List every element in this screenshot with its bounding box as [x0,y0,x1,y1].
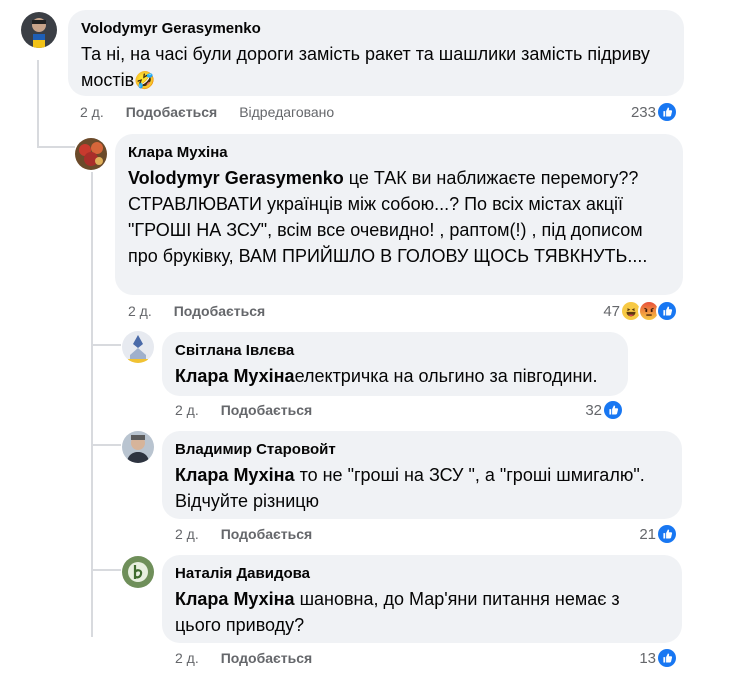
like-icon [656,523,678,545]
comment-time[interactable]: 2 д. [128,303,152,319]
thread-line-root-curve [37,146,75,148]
comment-bubble: Наталія Давидова Клара Мухіна шановна, д… [162,555,682,643]
comment-time[interactable]: 2 д. [175,526,199,542]
mention-link[interactable]: Volodymyr Gerasymenko [128,168,344,188]
like-button[interactable]: Подобається [221,526,312,542]
comment-text: Клара Мухіна то не "гроші на ЗСУ ", а "г… [175,465,645,511]
comment-author[interactable]: Владимир Старовойт [175,440,668,460]
thread-line-reply [91,172,93,637]
comment-time[interactable]: 2 д. [175,402,199,418]
reaction-count: 233 [630,103,656,121]
like-button[interactable]: Подобається [174,303,265,319]
like-icon [656,300,678,322]
reaction-count: 47 [603,302,620,320]
comment-actions: 2 д. Подобається Відредаговано [80,104,334,120]
thread-line-root [37,60,39,148]
comment-text: Клара Мухінаелектричка на ольгино за пів… [175,366,598,386]
comment-author[interactable]: Volodymyr Gerasymenko [81,19,670,39]
mention-link[interactable]: Клара Мухіна [175,366,295,386]
reaction-summary[interactable]: 21 [639,523,678,545]
comment-actions: 2 д. Подобається [128,303,287,319]
comment-text: Та ні, на часі були дороги замість ракет… [81,44,650,90]
comment-actions: 2 д. Подобається [175,526,334,542]
mention-link[interactable]: Клара Мухіна [175,589,295,609]
comment-text: Volodymyr Gerasymenko це ТАК ви наближає… [128,168,648,266]
avatar[interactable] [122,331,154,363]
reaction-summary[interactable]: 233 [631,101,678,123]
like-icon [656,647,678,669]
reaction-count: 13 [639,649,656,667]
thread-line-branch-2 [91,444,121,446]
like-button[interactable]: Подобається [221,650,312,666]
comment-author[interactable]: Світлана Івлєва [175,341,614,361]
reaction-summary[interactable]: 32 [585,399,624,421]
reaction-summary[interactable]: 13 [639,647,678,669]
avatar[interactable] [75,138,107,170]
avatar[interactable] [122,556,154,588]
comment-bubble: Владимир Старовойт Клара Мухіна то не "г… [162,431,682,519]
rofl-emoji-icon: 🤣 [134,71,156,90]
comment-actions: 2 д. Подобається [175,650,334,666]
comment-bubble: Клара Мухіна Volodymyr Gerasymenko це ТА… [115,134,683,295]
mention-link[interactable]: Клара Мухіна [175,465,295,485]
comment-author[interactable]: Клара Мухіна [128,143,669,163]
thread-line-branch-1 [91,344,121,346]
thread-line-branch-3 [91,569,121,571]
like-button[interactable]: Подобається [126,104,217,120]
reaction-count: 32 [585,401,602,419]
avatar[interactable] [21,12,57,48]
like-icon [656,101,678,123]
avatar[interactable] [122,431,154,463]
comment-time[interactable]: 2 д. [175,650,199,666]
reaction-summary[interactable]: 47 [603,300,678,322]
like-icon [602,399,624,421]
comment-actions: 2 д. Подобається [175,402,334,418]
comment-text: Клара Мухіна шановна, до Мар'яни питання… [175,589,620,635]
like-button[interactable]: Подобається [221,402,312,418]
comment-time[interactable]: 2 д. [80,104,104,120]
edited-label: Відредаговано [239,104,335,120]
reaction-count: 21 [639,525,656,543]
comment-bubble: Світлана Івлєва Клара Мухінаелектричка н… [162,332,628,396]
comment-bubble: Volodymyr Gerasymenko Та ні, на часі бул… [68,10,684,96]
comment-author[interactable]: Наталія Давидова [175,564,668,584]
